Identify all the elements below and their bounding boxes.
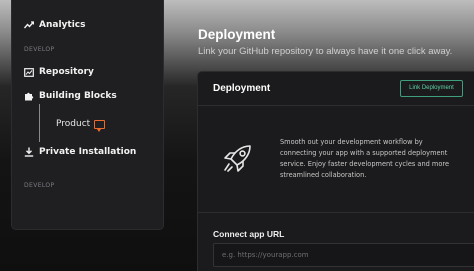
sidebar-item-building-blocks[interactable]: Building Blocks — [24, 91, 117, 101]
sidebar-item-private-installation[interactable]: Private Installation — [24, 147, 136, 157]
url-field-label: Connect app URL — [213, 229, 285, 239]
tree-connector — [39, 104, 40, 142]
section-label-develop-2: DEVELOP — [24, 182, 55, 189]
sidebar-item-repository[interactable]: Repository — [24, 67, 94, 77]
rocket-icon — [224, 145, 251, 172]
page-subtitle: Link your GitHub repository to always ha… — [198, 46, 453, 57]
app-url-input[interactable] — [213, 243, 474, 267]
card-title: Deployment — [213, 83, 271, 94]
download-icon — [24, 147, 34, 157]
chat-bubble-icon — [94, 119, 106, 132]
puzzle-icon — [24, 91, 34, 101]
deployment-description: Smooth out your development workflow by … — [280, 138, 450, 179]
repository-icon — [24, 67, 34, 77]
card-divider — [198, 212, 474, 213]
section-label-develop: DEVELOP — [24, 46, 55, 53]
sidebar-item-label: Private Installation — [39, 147, 137, 157]
trend-line-icon — [24, 20, 34, 30]
sidebar-subitem-product[interactable]: Product — [56, 119, 106, 132]
sidebar-subitem-label: Product — [56, 119, 91, 129]
sidebar-item-label: Repository — [39, 67, 94, 77]
sidebar-item-label: Analytics — [39, 20, 86, 30]
sidebar-item-label: Building Blocks — [39, 91, 117, 101]
deployment-card: Deployment Link Deployment Smooth out yo… — [197, 71, 474, 271]
sidebar-item-analytics[interactable]: Analytics — [24, 20, 85, 30]
page-title: Deployment — [198, 27, 276, 42]
link-deployment-button[interactable]: Link Deployment — [400, 80, 463, 97]
card-header: Deployment Link Deployment — [198, 72, 474, 106]
sidebar: Analytics DEVELOP Repository Building Bl… — [11, 0, 164, 230]
